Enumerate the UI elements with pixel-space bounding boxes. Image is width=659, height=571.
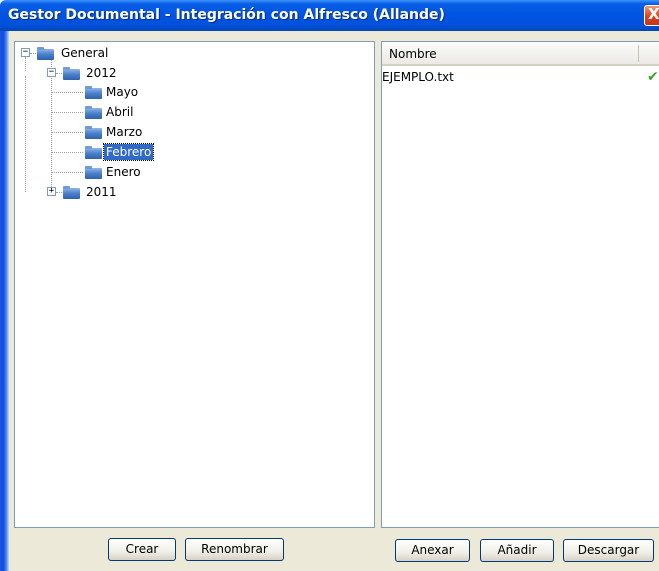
tree-node-abril[interactable]: Abril (15, 104, 175, 122)
tree-node-2012[interactable]: − 2012 (15, 65, 135, 83)
tree-node-label: Marzo (106, 125, 143, 139)
expand-icon[interactable]: + (47, 187, 56, 196)
tree-node-marzo[interactable]: Marzo (15, 124, 175, 142)
collapse-icon[interactable]: − (21, 48, 30, 57)
descargar-button[interactable]: Descargar (563, 539, 654, 562)
crear-button[interactable]: Crear (108, 538, 176, 561)
folder-icon (63, 67, 80, 80)
folder-icon (37, 47, 54, 60)
tree-node-general[interactable]: − General (15, 45, 135, 63)
window-frame-left (0, 31, 9, 571)
folder-icon (85, 86, 102, 99)
tree-node-label: General (61, 46, 109, 60)
tree-node-label: Abril (106, 105, 134, 119)
file-row[interactable]: EJEMPLO.txt ✔ (382, 69, 659, 87)
folder-icon (85, 106, 102, 119)
column-header-nombre[interactable]: Nombre (389, 47, 437, 61)
title-bar[interactable]: Gestor Documental - Integración con Alfr… (0, 0, 659, 31)
tree-node-enero[interactable]: Enero (15, 164, 175, 182)
renombrar-button[interactable]: Renombrar (185, 538, 284, 561)
dialog-window: Gestor Documental - Integración con Alfr… (0, 0, 659, 571)
collapse-icon[interactable]: − (47, 68, 56, 77)
folder-icon (85, 166, 102, 179)
tree-node-febrero[interactable]: Febrero (15, 143, 175, 162)
tree-node-label-selected: Febrero (102, 143, 155, 161)
file-name: EJEMPLO.txt (382, 70, 454, 84)
anexar-button[interactable]: Anexar (395, 539, 470, 562)
tree-node-label: 2012 (86, 66, 117, 80)
window-title: Gestor Documental - Integración con Alfr… (8, 7, 445, 23)
tree-node-2011[interactable]: + 2011 (15, 184, 135, 202)
folder-icon (85, 126, 102, 139)
tree-node-mayo[interactable]: Mayo (15, 84, 175, 102)
tree-node-label: Enero (106, 165, 141, 179)
close-icon: X (648, 5, 659, 23)
tree-node-label: Mayo (106, 85, 139, 99)
file-list[interactable]: Nombre EJEMPLO.txt ✔ (381, 41, 659, 528)
folder-icon (63, 186, 80, 199)
folder-tree[interactable]: − General − 2012 Mayo Abril Marzo Febrer… (14, 41, 375, 528)
tree-node-label: 2011 (86, 185, 117, 199)
list-header: Nombre (382, 42, 659, 66)
folder-icon (85, 146, 102, 159)
check-icon: ✔ (647, 69, 659, 85)
column-separator[interactable] (638, 45, 639, 62)
anadir-button[interactable]: Añadir (480, 539, 554, 562)
close-button[interactable]: X (644, 5, 659, 26)
